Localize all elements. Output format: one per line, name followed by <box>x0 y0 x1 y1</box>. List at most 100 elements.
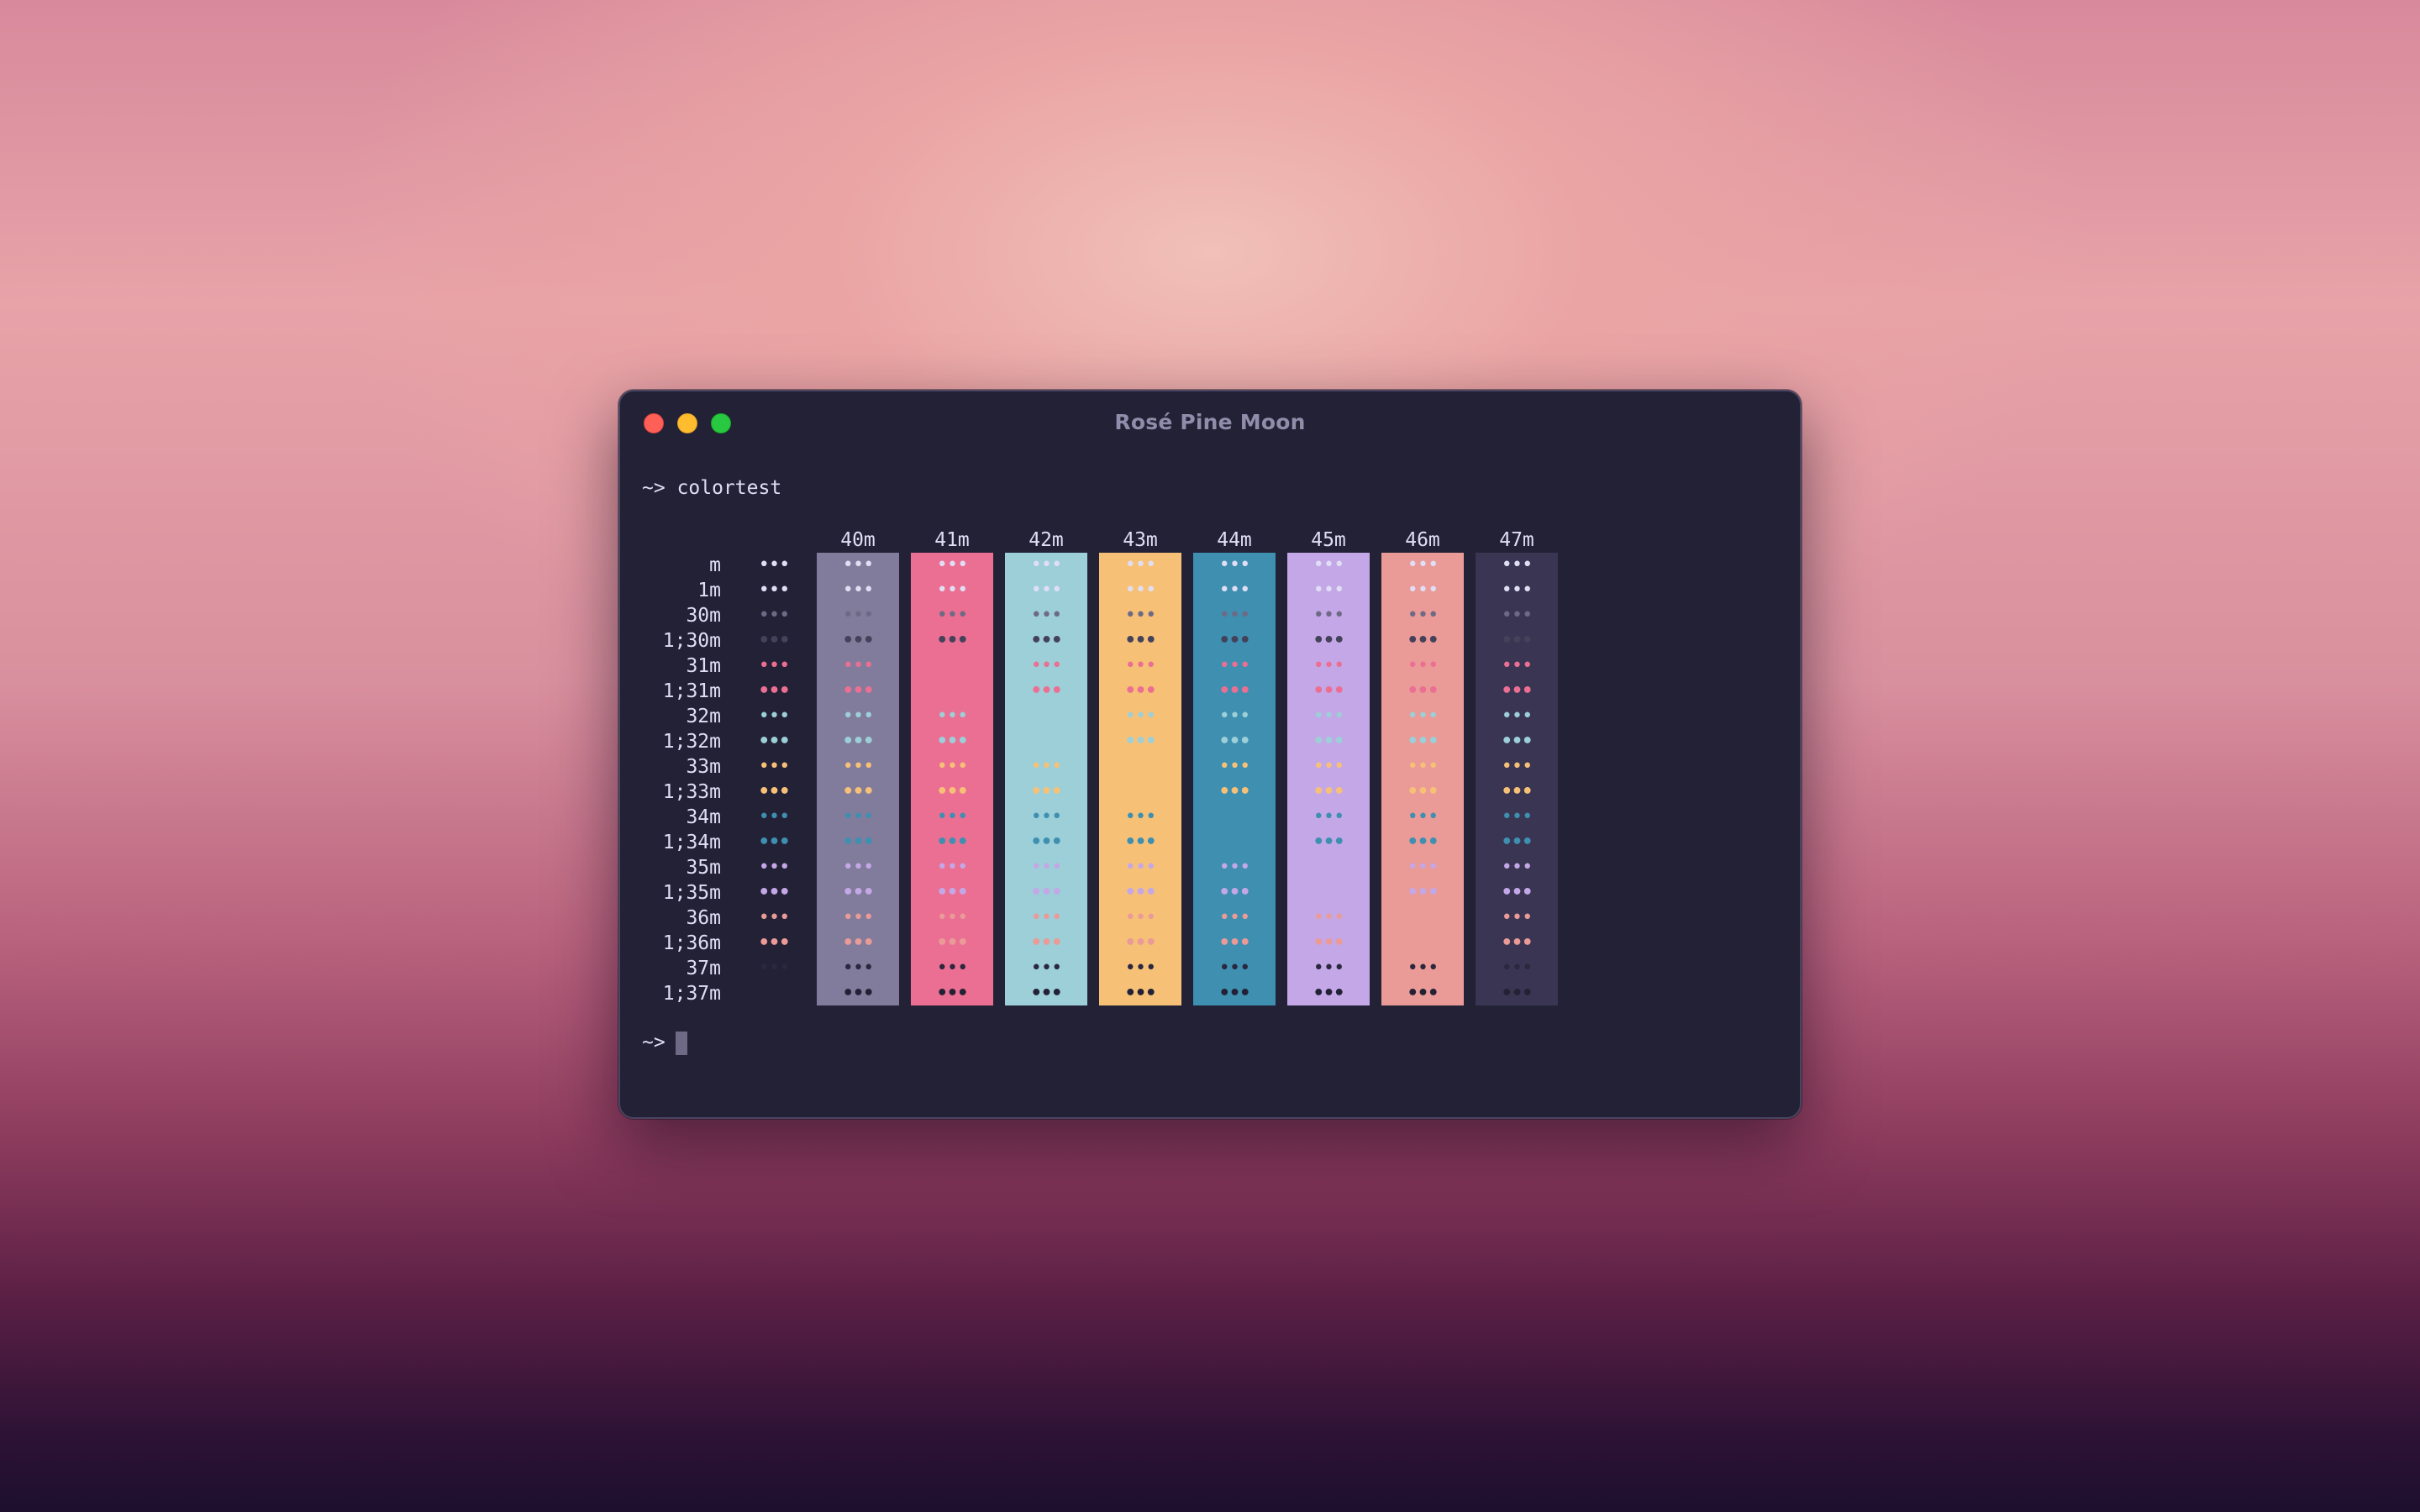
color-sample: ••• <box>1407 655 1439 676</box>
color-sample: ••• <box>1124 605 1157 626</box>
color-sample: ••• <box>842 605 875 626</box>
terminal-window[interactable]: Rosé Pine Moon ~> colortest 40m 41m 42m 43m… <box>618 390 1802 1119</box>
color-sample: ••• <box>1501 857 1534 878</box>
row-label: 32m <box>686 706 721 727</box>
row-label: 1;37m <box>662 983 721 1005</box>
color-sample: ••• <box>1124 680 1157 701</box>
color-sample: ••• <box>1218 655 1251 676</box>
color-sample: ••• <box>936 731 969 752</box>
column-header: 46m <box>1405 529 1440 551</box>
color-sample: ••• <box>1124 832 1157 853</box>
color-sample: ••• <box>758 706 791 727</box>
color-sample: ••• <box>842 630 875 651</box>
color-sample: ••• <box>1501 781 1534 802</box>
color-sample: ••• <box>1030 832 1063 853</box>
color-sample: ••• <box>1313 832 1345 853</box>
color-sample: ••• <box>1313 932 1345 953</box>
color-sample: ••• <box>1124 580 1157 601</box>
color-sample: ••• <box>936 983 969 1004</box>
color-sample: ••• <box>758 580 791 601</box>
color-sample: ••• <box>1407 605 1439 626</box>
color-sample: ••• <box>1313 958 1345 979</box>
row-label: 1;33m <box>662 781 721 803</box>
color-sample: ••• <box>1501 630 1534 651</box>
color-sample: ••• <box>1218 932 1251 953</box>
color-sample: ••• <box>1030 983 1063 1004</box>
color-sample: ••• <box>1030 680 1063 701</box>
color-sample: ••• <box>1407 781 1439 802</box>
color-sample: ••• <box>842 580 875 601</box>
color-sample: ••• <box>1407 580 1439 601</box>
color-sample: ••• <box>842 882 875 903</box>
row-label: 1;30m <box>662 630 721 652</box>
color-sample: ••• <box>758 680 791 701</box>
color-sample: ••• <box>1501 983 1534 1004</box>
color-sample: ••• <box>1218 781 1251 802</box>
color-sample: ••• <box>936 554 969 575</box>
color-sample: ••• <box>1407 731 1439 752</box>
terminal-content[interactable]: ~> colortest 40m 41m 42m 43m 44m 45m 46m 47m m ••… <box>620 391 1800 1117</box>
color-sample: ••• <box>1501 580 1534 601</box>
color-sample: ••• <box>758 554 791 575</box>
color-sample: ••• <box>1218 857 1251 878</box>
color-sample: ••• <box>842 907 875 928</box>
color-sample: ••• <box>1313 731 1345 752</box>
row-label: 33m <box>686 756 721 778</box>
color-sample: ••• <box>1407 857 1439 878</box>
color-sample: ••• <box>1124 958 1157 979</box>
color-sample: ••• <box>1218 907 1251 928</box>
color-sample: ••• <box>1030 907 1063 928</box>
column-header: 44m <box>1217 529 1252 551</box>
color-sample: ••• <box>1407 706 1439 727</box>
color-sample: ••• <box>758 932 791 953</box>
color-sample: ••• <box>1218 554 1251 575</box>
color-sample: ••• <box>1313 907 1345 928</box>
prompt: ~> <box>642 1032 666 1053</box>
color-sample: ••• <box>842 756 875 777</box>
column-header: 42m <box>1028 529 1064 551</box>
color-sample: ••• <box>1501 554 1534 575</box>
color-sample: ••• <box>1407 958 1439 979</box>
color-sample: ••• <box>758 983 791 1004</box>
column-header: 45m <box>1311 529 1346 551</box>
desktop-wallpaper: Rosé Pine Moon ~> colortest 40m 41m 42m 43m… <box>0 0 2420 1512</box>
color-sample: ••• <box>758 630 791 651</box>
color-sample: ••• <box>1030 554 1063 575</box>
color-sample: ••• <box>758 781 791 802</box>
color-sample: ••• <box>1313 680 1345 701</box>
color-sample: ••• <box>1313 756 1345 777</box>
row-label: 37m <box>686 958 721 979</box>
color-sample: ••• <box>1407 756 1439 777</box>
color-sample: ••• <box>1124 907 1157 928</box>
column-header: 41m <box>934 529 970 551</box>
color-sample: ••• <box>842 731 875 752</box>
color-sample: ••• <box>936 958 969 979</box>
current-prompt-line: ~> <box>642 1030 666 1055</box>
color-sample: ••• <box>1030 781 1063 802</box>
color-sample: ••• <box>842 554 875 575</box>
row-label: 1;32m <box>662 731 721 753</box>
color-sample: ••• <box>1313 630 1345 651</box>
color-sample: ••• <box>1030 605 1063 626</box>
row-label: m <box>709 554 721 576</box>
color-sample: ••• <box>758 605 791 626</box>
color-sample: ••• <box>936 781 969 802</box>
color-sample: ••• <box>1313 554 1345 575</box>
row-label: 34m <box>686 806 721 828</box>
color-sample: ••• <box>1407 680 1439 701</box>
color-sample: ••• <box>1501 907 1534 928</box>
color-sample: ••• <box>1124 630 1157 651</box>
column-header: 47m <box>1499 529 1534 551</box>
color-sample: ••• <box>842 706 875 727</box>
color-sample: ••• <box>1124 983 1157 1004</box>
color-sample: ••• <box>1501 882 1534 903</box>
color-sample: ••• <box>758 882 791 903</box>
color-sample: ••• <box>1501 932 1534 953</box>
color-sample: ••• <box>936 806 969 827</box>
color-sample: ••• <box>1218 580 1251 601</box>
color-sample: ••• <box>1124 806 1157 827</box>
color-sample: ••• <box>1218 630 1251 651</box>
color-sample: ••• <box>1407 983 1439 1004</box>
color-sample: ••• <box>936 580 969 601</box>
color-sample: ••• <box>936 706 969 727</box>
